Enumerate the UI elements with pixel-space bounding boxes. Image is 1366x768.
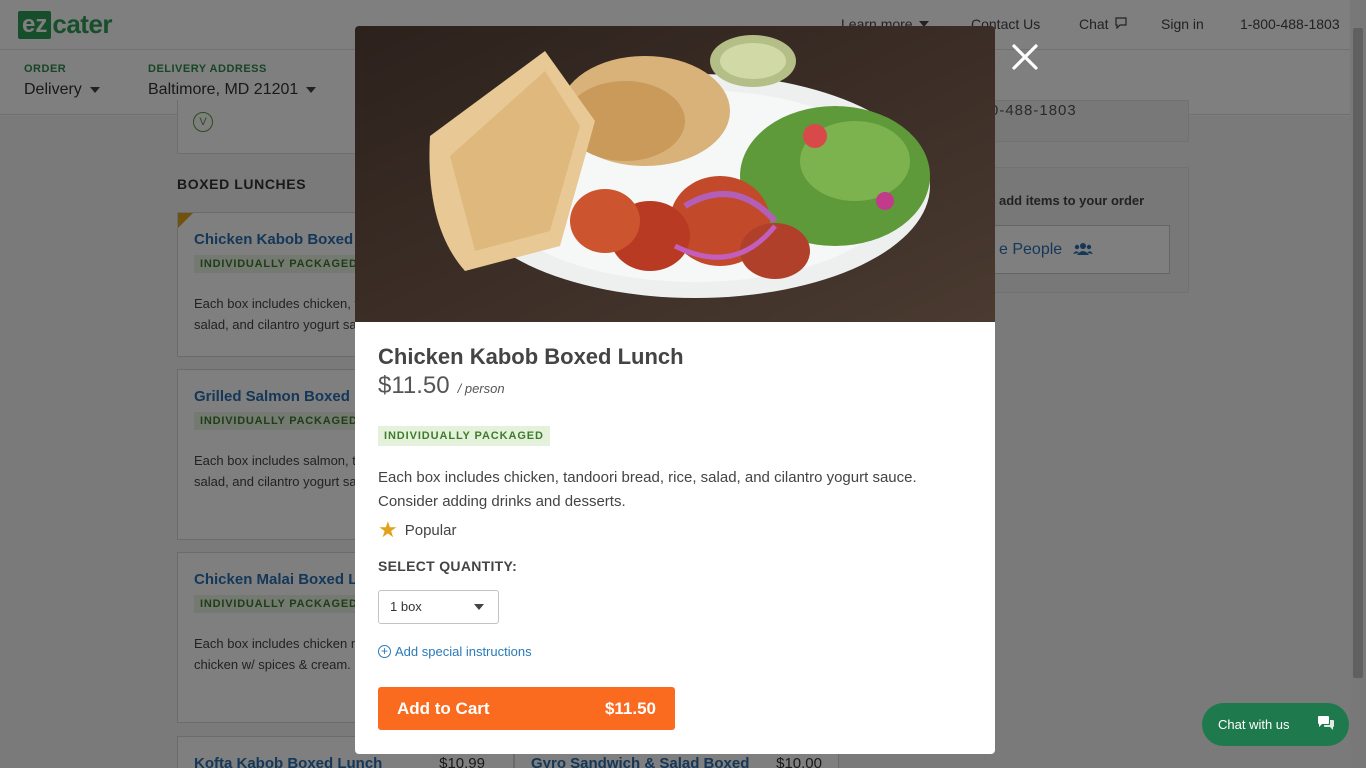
modal-price-unit: / person	[457, 381, 505, 396]
chat-with-us-label: Chat with us	[1218, 717, 1290, 732]
quantity-select[interactable]: 1 box	[378, 590, 499, 624]
quantity-label: SELECT QUANTITY:	[378, 558, 518, 574]
modal-price-row: $11.50 / person	[378, 372, 505, 400]
modal-item-price: $11.50	[378, 372, 450, 399]
add-special-instructions-link[interactable]: + Add special instructions	[378, 644, 532, 659]
plus-circle-icon: +	[378, 645, 391, 658]
chat-with-us-button[interactable]: Chat with us	[1202, 703, 1349, 746]
close-icon[interactable]	[1008, 40, 1042, 74]
item-detail-modal: Chicken Kabob Boxed Lunch $11.50 / perso…	[355, 26, 995, 754]
add-to-cart-price: $11.50	[604, 698, 656, 718]
special-instructions-label: Add special instructions	[395, 644, 532, 659]
modal-item-description: Each box includes chicken, tandoori brea…	[378, 469, 917, 510]
modal-item-tag: INDIVIDUALLY PACKAGED	[378, 426, 550, 446]
chevron-down-icon	[474, 604, 484, 610]
modal-item-title: Chicken Kabob Boxed Lunch	[378, 344, 684, 369]
popular-badge: ★ Popular	[378, 517, 457, 542]
chat-bubbles-icon	[1317, 715, 1335, 734]
add-to-cart-label: Add to Cart	[397, 698, 490, 718]
popular-label: Popular	[404, 521, 457, 539]
food-photo	[355, 26, 995, 322]
star-icon: ★	[378, 517, 398, 542]
add-to-cart-button[interactable]: Add to Cart $11.50	[378, 687, 675, 730]
quantity-value: 1 box	[390, 599, 422, 614]
